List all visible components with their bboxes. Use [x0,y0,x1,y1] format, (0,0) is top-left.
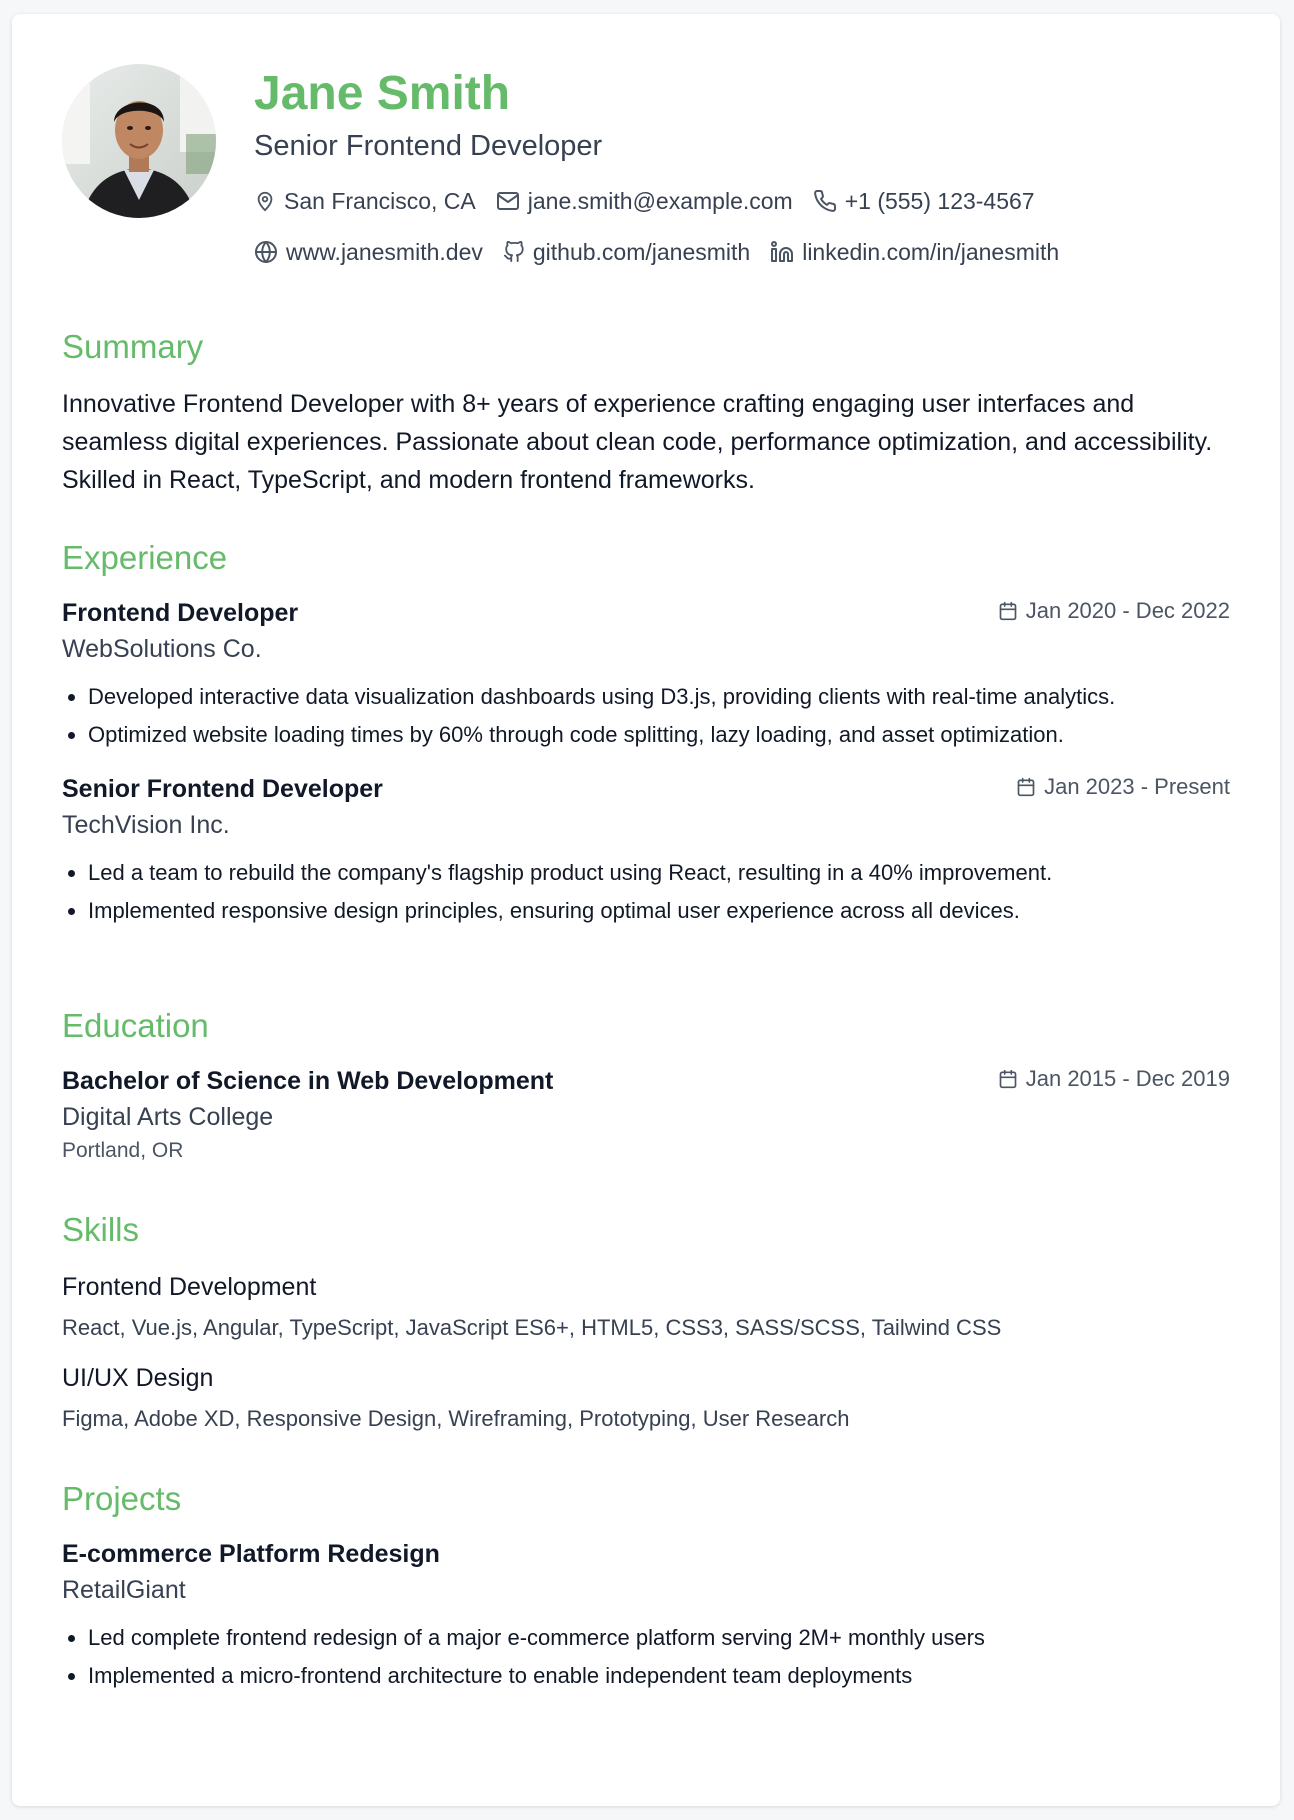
resume-header: Jane Smith Senior Frontend Developer San… [62,62,1230,267]
projects-heading: Projects [62,1480,182,1517]
linkedin-icon [771,241,794,262]
experience-entry: Senior Frontend Developer Jan 2023 - Pre… [62,772,1230,930]
list-item: Developed interactive data visualization… [88,678,1230,716]
dates-text: Jan 2023 - Present [1044,774,1230,799]
contact-email[interactable]: jane.smith@example.com [496,186,793,216]
phone-text[interactable]: +1 (555) 123-4567 [845,186,1035,216]
github-icon [503,240,524,263]
skill-category-name: Frontend Development [62,1273,317,1301]
map-pin-icon [257,191,273,212]
location-text: San Francisco, CA [284,188,476,214]
list-item: Optimized website loading times by 60% t… [88,716,1230,754]
contact-website[interactable]: www.janesmith.dev [254,237,483,267]
education-entry: Bachelor of Science in Web Development J… [62,1064,1230,1166]
education-section: Education Bachelor of Science in Web Dev… [62,1006,1230,1166]
experience-entry: Frontend Developer Jan 2020 - Dec 2022 W… [62,596,1230,754]
education-dates: Jan 2015 - Dec 2019 [998,1064,1230,1094]
job-title: Frontend Developer [62,599,299,627]
resume-page: Jane Smith Senior Frontend Developer San… [12,14,1280,1806]
dates-text: Jan 2020 - Dec 2022 [1025,598,1230,623]
education-heading: Education [62,1007,209,1044]
project-entry: E-commerce Platform Redesign RetailGiant… [62,1537,1230,1695]
calendar-icon [1017,777,1035,797]
job-dates: Jan 2020 - Dec 2022 [998,596,1230,626]
list-item: Implemented responsive design principles… [88,892,1230,930]
candidate-name: Jane Smith [254,67,511,120]
list-item: Led complete frontend redesign of a majo… [88,1619,1230,1657]
calendar-icon [999,601,1017,621]
company-name: WebSolutions Co. [62,635,262,663]
resume-content: Jane Smith Senior Frontend Developer San… [62,62,1230,1688]
company-name: TechVision Inc. [62,811,230,839]
project-title: E-commerce Platform Redesign [62,1540,440,1568]
profile-photo [62,64,216,218]
skills-heading: Skills [62,1211,140,1248]
skill-list: Figma, Adobe XD, Responsive Design, Wire… [62,1406,850,1431]
job-dates: Jan 2023 - Present [1016,772,1230,802]
skills-section: Skills Frontend Development React, Vue.j… [62,1210,1230,1435]
avatar [62,64,216,218]
school-location: Portland, OR [62,1139,184,1162]
website-text[interactable]: www.janesmith.dev [286,237,483,267]
contact-row-2: www.janesmith.dev github.com/janesmith l… [254,237,1079,267]
globe-icon [255,241,277,263]
mail-icon [496,192,519,210]
phone-icon [813,189,836,212]
header-text: Jane Smith Senior Frontend Developer San… [254,62,1079,267]
list-item: Implemented a micro-frontend architectur… [88,1657,1230,1695]
skill-category-name: UI/UX Design [62,1364,214,1392]
school-name: Digital Arts College [62,1103,274,1131]
job-bullets: Led a team to rebuild the company's flag… [62,854,1230,930]
skill-list: React, Vue.js, Angular, TypeScript, Java… [62,1315,1002,1340]
contact-phone[interactable]: +1 (555) 123-4567 [813,186,1035,216]
degree-title: Bachelor of Science in Web Development [62,1067,554,1095]
projects-section: Projects E-commerce Platform Redesign Re… [62,1479,1230,1695]
contact-linkedin[interactable]: linkedin.com/in/janesmith [770,237,1059,267]
summary-heading: Summary [62,328,204,365]
contact-location: San Francisco, CA [254,186,476,216]
summary-text: Innovative Frontend Developer with 8+ ye… [62,390,1213,494]
entry-header: Senior Frontend Developer Jan 2023 - Pre… [62,772,1230,806]
experience-heading: Experience [62,539,228,576]
job-bullets: Developed interactive data visualization… [62,678,1230,754]
linkedin-text[interactable]: linkedin.com/in/janesmith [802,237,1059,267]
skill-category: Frontend Development React, Vue.js, Angu… [62,1270,1230,1344]
project-bullets: Led complete frontend redesign of a majo… [62,1619,1230,1695]
skill-category: UI/UX Design Figma, Adobe XD, Responsive… [62,1361,1230,1435]
dates-text: Jan 2015 - Dec 2019 [1025,1066,1230,1091]
candidate-title: Senior Frontend Developer [254,130,603,162]
project-client: RetailGiant [62,1576,186,1604]
contact-row-1: San Francisco, CA jane.smith@example.com [254,186,1079,216]
list-item: Led a team to rebuild the company's flag… [88,854,1230,892]
contact-github[interactable]: github.com/janesmith [503,237,750,267]
experience-section: Experience Frontend Developer Jan 2020 -… [62,538,1230,930]
email-text[interactable]: jane.smith@example.com [528,186,793,216]
github-text[interactable]: github.com/janesmith [533,237,750,267]
entry-header: Frontend Developer Jan 2020 - Dec 2022 [62,596,1230,630]
entry-header: Bachelor of Science in Web Development J… [62,1064,1230,1098]
calendar-icon [999,1069,1017,1089]
job-title: Senior Frontend Developer [62,775,383,803]
summary-section: Summary Innovative Frontend Developer wi… [62,327,1230,499]
